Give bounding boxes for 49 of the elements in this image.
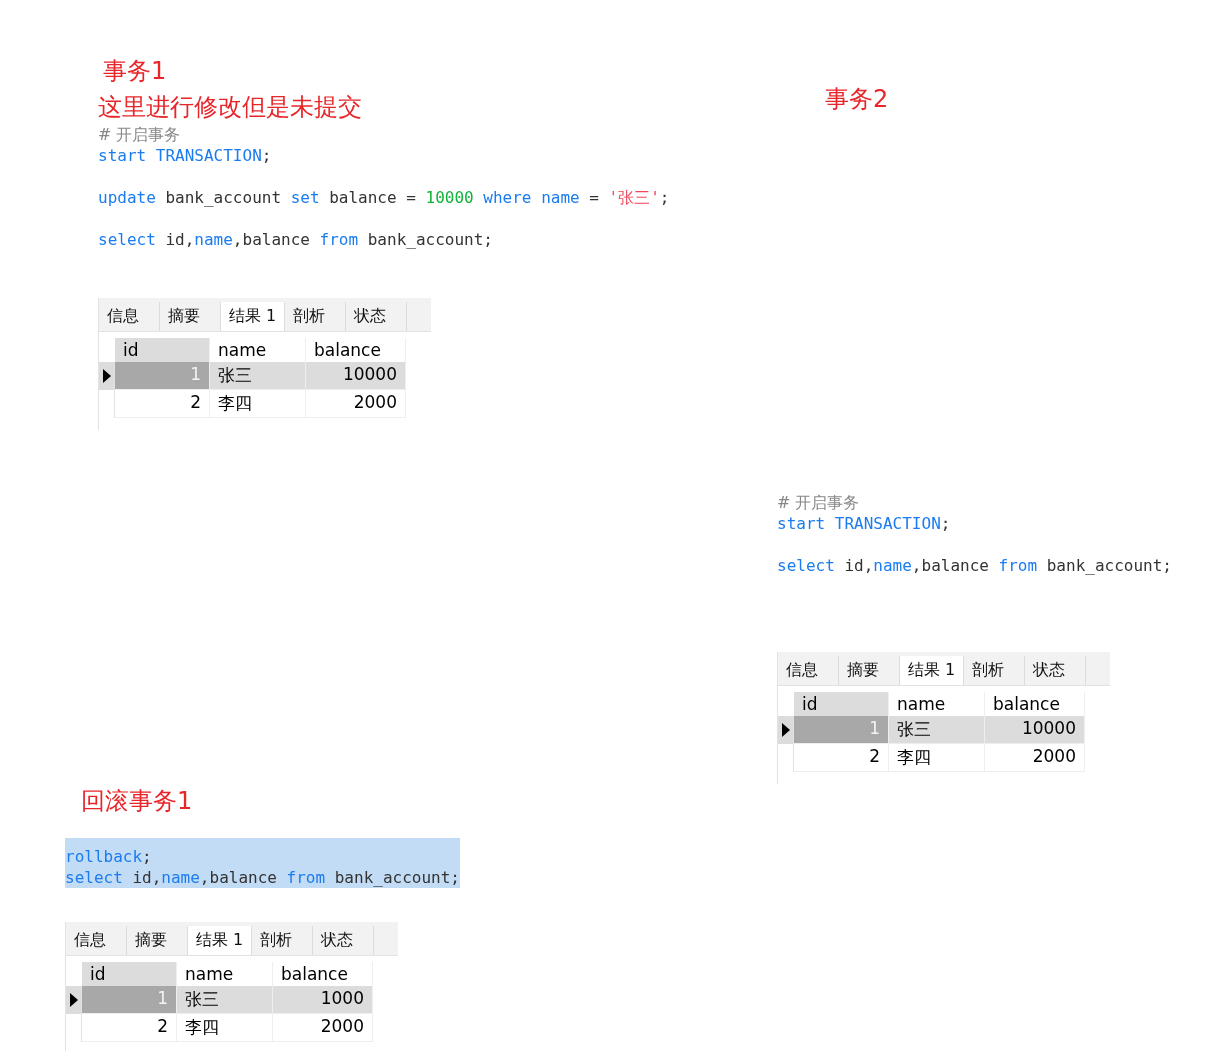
column-header[interactable]: id xyxy=(115,338,210,362)
table-cell: 李四 xyxy=(889,744,985,772)
table-cell: 1 xyxy=(794,716,889,744)
result-tab[interactable]: 信息 xyxy=(66,926,127,955)
result-tab[interactable]: 结果 1 xyxy=(900,656,965,685)
table-cell: 2000 xyxy=(306,390,406,418)
table-cell: 1 xyxy=(82,986,177,1014)
result-tab[interactable]: 信息 xyxy=(99,302,160,331)
column-header[interactable]: id xyxy=(794,692,889,716)
code-line: start TRANSACTION; xyxy=(98,145,273,166)
code-line: # 开启事务 xyxy=(98,124,182,145)
section-note: 这里进行修改但是未提交 xyxy=(98,92,363,123)
table-cell: 张三 xyxy=(210,362,306,390)
row-pointer-icon xyxy=(102,369,111,383)
result-tab[interactable]: 剖析 xyxy=(285,302,347,331)
table-cell: 2 xyxy=(115,390,210,418)
table-cell: 1 xyxy=(115,362,210,390)
result-tab[interactable]: 结果 1 xyxy=(221,302,286,331)
code-line: select id,name,balance from bank_account; xyxy=(777,555,1172,576)
table-cell: 10000 xyxy=(306,362,406,390)
table-cell: 2 xyxy=(794,744,889,772)
column-header[interactable]: id xyxy=(82,962,177,986)
result-tab[interactable]: 剖析 xyxy=(964,656,1026,685)
result-tab[interactable]: 状态 xyxy=(313,926,375,955)
result-tab[interactable]: 结果 1 xyxy=(188,926,253,955)
result-tab[interactable]: 状态 xyxy=(346,302,408,331)
table-cell: 李四 xyxy=(210,390,306,418)
code-line: # 开启事务 xyxy=(777,492,861,513)
row-pointer-icon xyxy=(781,723,790,737)
section-heading: 事务2 xyxy=(825,84,889,115)
result-tab[interactable]: 信息 xyxy=(778,656,839,685)
section-heading: 回滚事务1 xyxy=(81,786,193,817)
table-cell: 李四 xyxy=(177,1014,273,1042)
result-tab[interactable]: 剖析 xyxy=(252,926,314,955)
code-line: select id,name,balance from bank_account; xyxy=(65,867,460,888)
table-cell: 2000 xyxy=(273,1014,373,1042)
row-pointer-icon xyxy=(69,993,78,1007)
code-line: update bank_account set balance = 10000 where name = '张三'; xyxy=(98,187,670,208)
result-tab[interactable]: 状态 xyxy=(1025,656,1087,685)
table-cell: 2 xyxy=(82,1014,177,1042)
code-line: start TRANSACTION; xyxy=(777,513,952,534)
table-cell: 张三 xyxy=(177,986,273,1014)
table-cell: 1000 xyxy=(273,986,373,1014)
code-line: rollback; xyxy=(65,846,153,867)
table-cell: 张三 xyxy=(889,716,985,744)
table-cell: 10000 xyxy=(985,716,1085,744)
section-heading: 事务1 xyxy=(103,56,167,87)
code-line: select id,name,balance from bank_account; xyxy=(98,229,494,250)
table-cell: 2000 xyxy=(985,744,1085,772)
